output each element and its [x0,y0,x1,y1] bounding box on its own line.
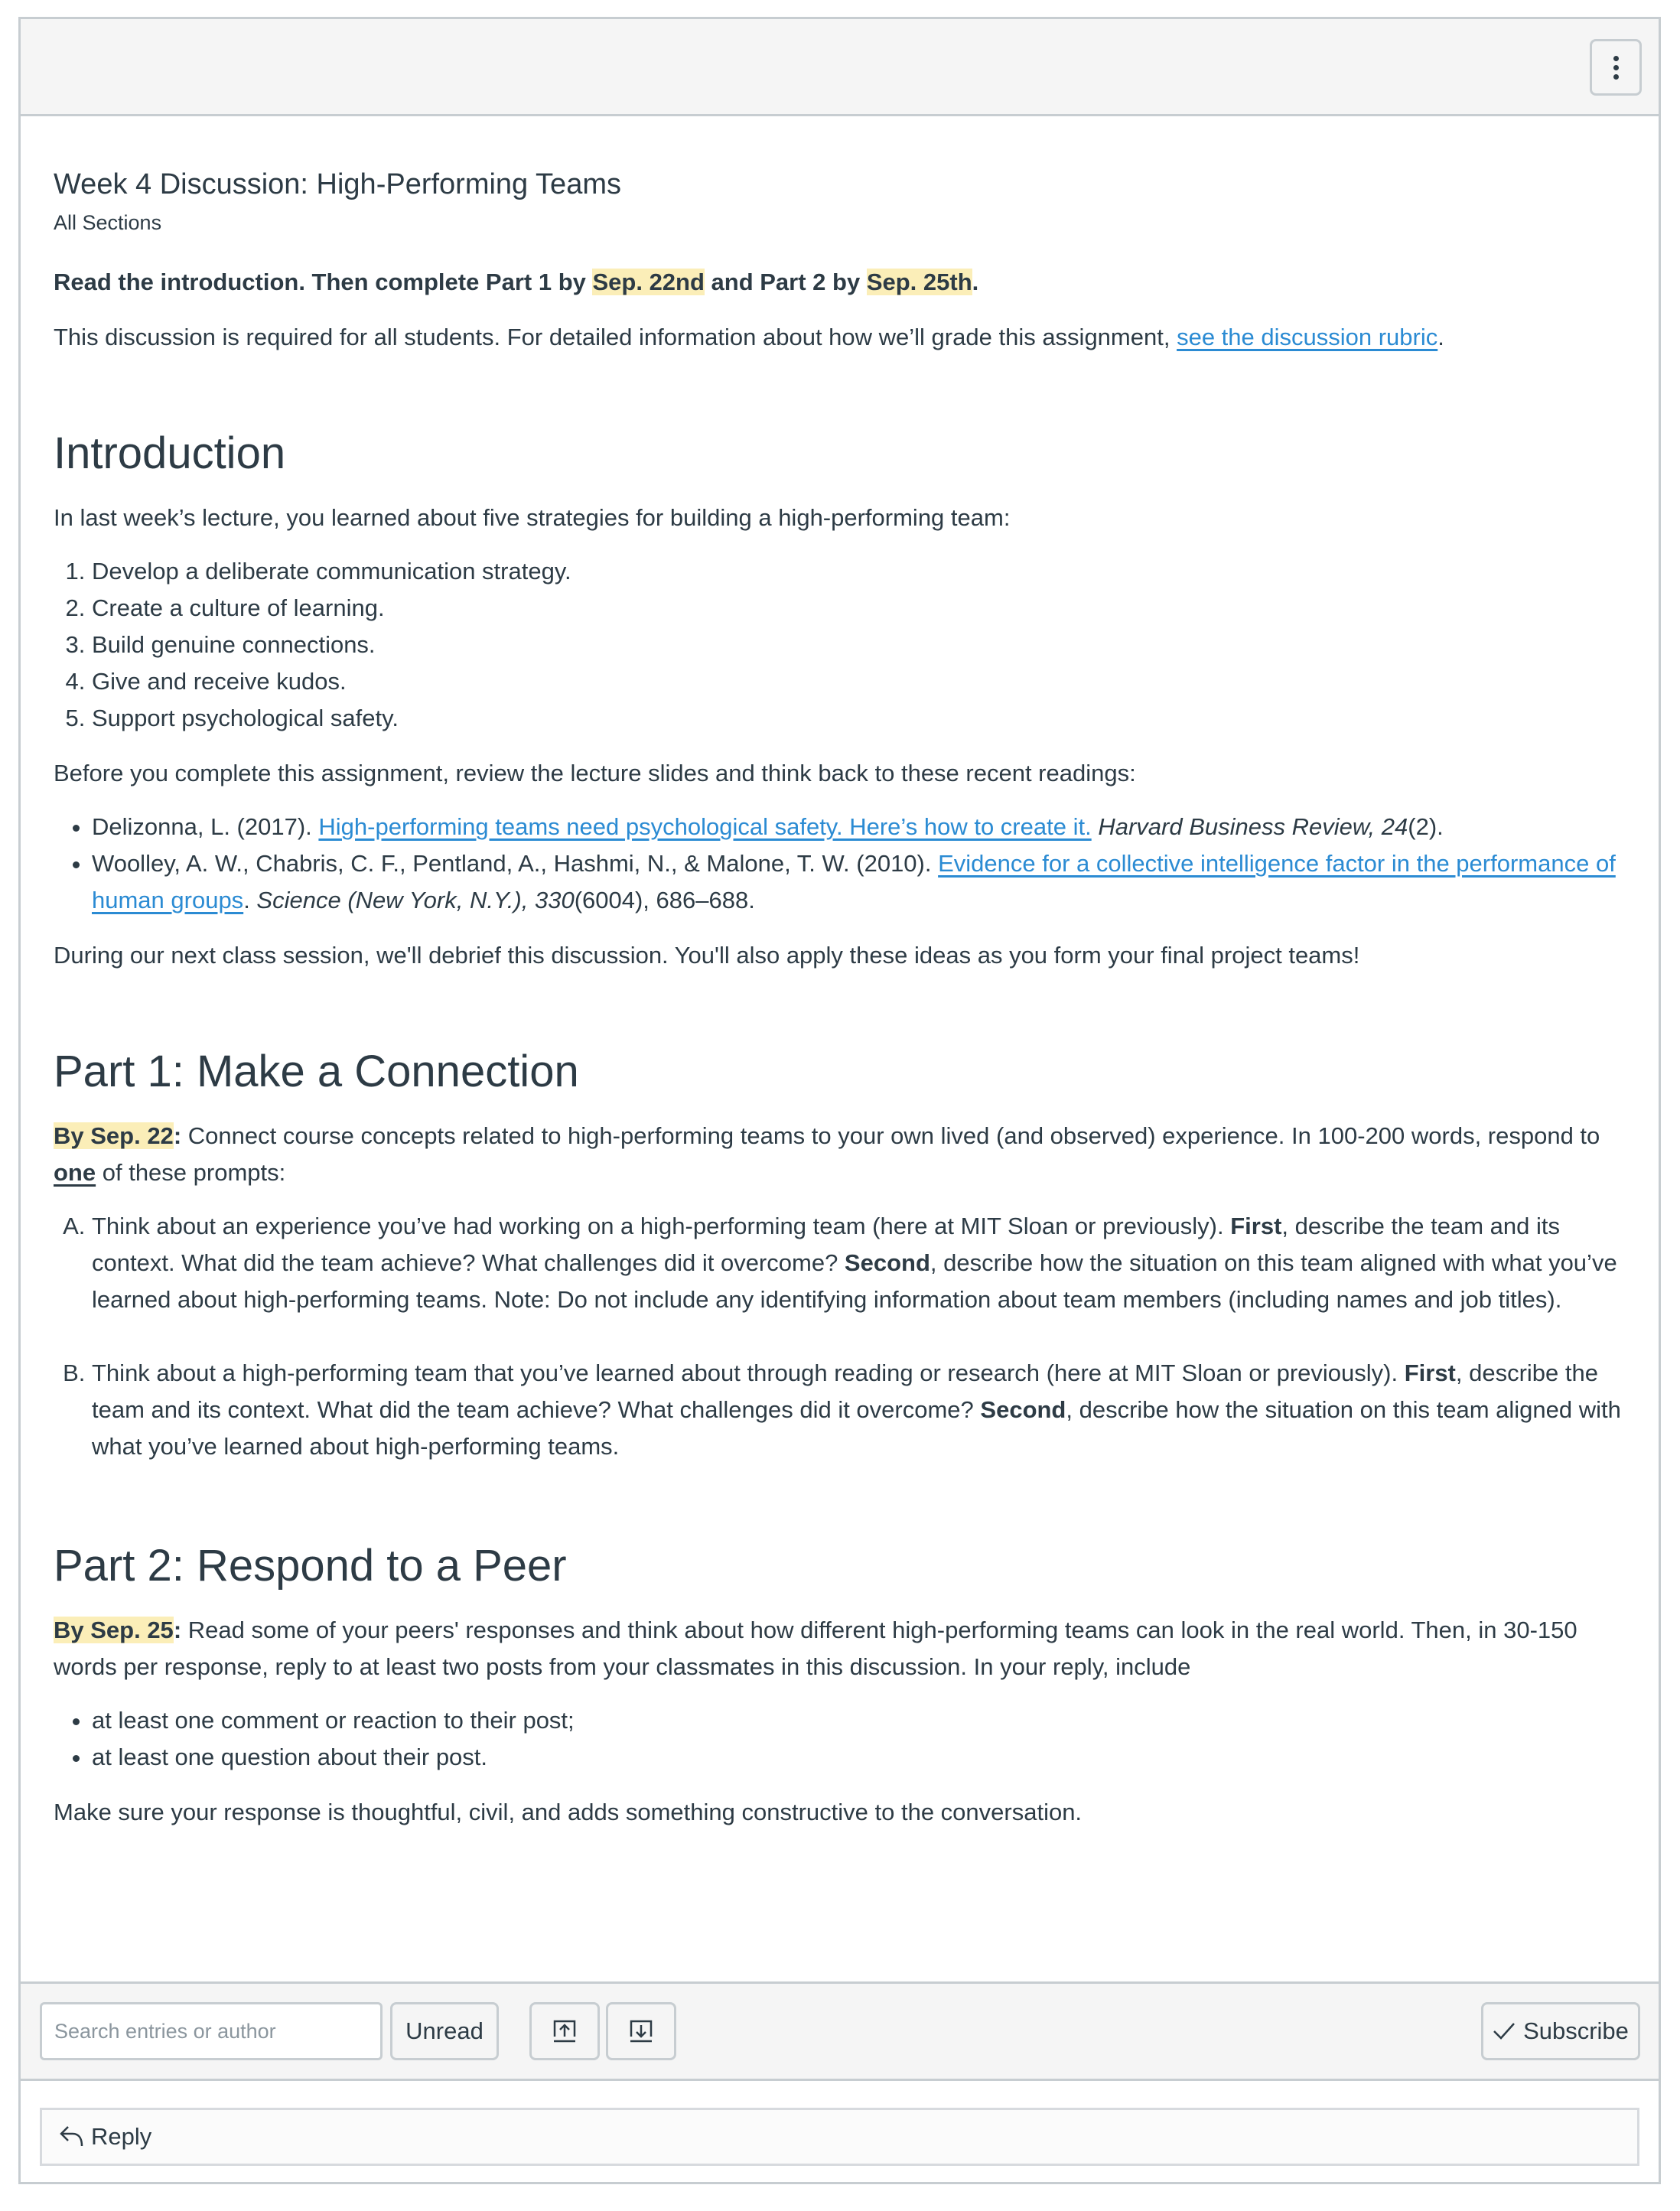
reading-issue: (6004), 686–688. [574,887,755,913]
more-options-button[interactable] [1590,39,1642,96]
reading-journal: Harvard Business Review, 24 [1098,813,1408,840]
strategy-item: Create a culture of learning. [92,590,1637,627]
reply-label: Reply [91,2123,152,2150]
discussion-header-bar [21,19,1659,116]
expand-threads-button[interactable] [529,2002,600,2060]
requirement-item: at least one question about their post. [92,1739,1637,1776]
readings-intro: Before you complete this assignment, rev… [54,760,1136,786]
due-date-highlight-part1: Sep. 22nd [592,269,705,295]
lead-text: and Part 2 by [704,269,867,295]
strategy-item: Support psychological safety. [92,700,1637,737]
part1-due-highlight: By Sep. 22 [54,1122,174,1149]
strategy-item: Give and receive kudos. [92,663,1637,700]
reading-authors: Delizonna, L. (2017). [92,813,319,840]
reply-button[interactable]: Reply [40,2108,1639,2166]
reading-item: Woolley, A. W., Chabris, C. F., Pentland… [92,845,1637,919]
part1-instructions: By Sep. 22: Connect course concepts rela… [54,1118,1637,1191]
required-text: This discussion is required for all stud… [54,324,1177,350]
strategy-item: Develop a deliberate communication strat… [92,553,1637,590]
discussion-container: Week 4 Discussion: High-Performing Teams… [18,17,1661,2184]
reading-item: Delizonna, L. (2017). High-performing te… [92,809,1637,845]
prompt-item: Think about a high-performing team that … [92,1355,1637,1465]
part1-heading: Part 1: Make a Connection [54,1047,579,1096]
reading-journal: Science (New York, N.Y.), 330 [256,887,575,913]
prompt-first: First [1230,1213,1282,1239]
download-arrow-icon [630,2020,653,2043]
introduction-heading: Introduction [54,428,286,478]
prompt-second: Second [980,1396,1066,1423]
introduction-text: In last week’s lecture, you learned abou… [54,504,1011,531]
strategies-list: Develop a deliberate communication strat… [54,553,1637,737]
sections-label: All Sections [54,211,162,234]
kebab-dot [1613,73,1619,80]
part1-emphasis: one [54,1159,96,1186]
required-text: . [1437,324,1444,350]
part2-instructions: By Sep. 25: Read some of your peers' res… [54,1612,1637,1685]
prompt-item: Think about an experience you’ve had wor… [92,1208,1637,1318]
part2-closing: Make sure your response is thoughtful, c… [54,1799,1083,1825]
prompt-second: Second [844,1249,930,1276]
readings-list: Delizonna, L. (2017). High-performing te… [54,809,1637,919]
requirement-item: at least one comment or reaction to thei… [92,1702,1637,1739]
search-entries-input[interactable] [40,2002,383,2060]
discussion-body: Week 4 Discussion: High-Performing Teams… [54,149,1637,1831]
subscribe-label: Subscribe [1523,2017,1629,2044]
part2-requirements-list: at least one comment or reaction to thei… [54,1702,1637,1776]
prompt-text: Think about an experience you’ve had wor… [92,1213,1231,1239]
subscribe-button[interactable]: Subscribe [1481,2002,1640,2060]
prompt-text: Think about a high-performing team that … [92,1359,1405,1386]
discussion-toolbar: Unread Subscribe [21,1981,1659,2081]
part1-text: Connect course concepts related to high-… [181,1122,1600,1149]
reply-arrow-icon [60,2126,83,2147]
introduction-closing: During our next class session, we'll deb… [54,942,1360,969]
kebab-dot [1613,64,1619,70]
part2-due-highlight: By Sep. 25 [54,1617,174,1643]
instructions-lead: Read the introduction. Then complete Par… [54,264,1637,301]
strategy-item: Build genuine connections. [92,627,1637,663]
reading-sep: . [243,887,257,913]
part2-due-colon: : [173,1617,182,1643]
upload-arrow-icon [553,2020,576,2043]
discussion-title: Week 4 Discussion: High-Performing Teams [54,168,621,200]
unread-label: Unread [405,2017,483,2044]
rubric-link[interactable]: see the discussion rubric [1177,324,1437,350]
required-notice: This discussion is required for all stud… [54,319,1637,356]
reading-link[interactable]: High-performing teams need psychological… [318,813,1091,840]
checkmark-icon [1493,2023,1515,2040]
reading-authors: Woolley, A. W., Chabris, C. F., Pentland… [92,850,939,877]
part1-text: of these prompts: [96,1159,286,1186]
part2-heading: Part 2: Respond to a Peer [54,1541,567,1591]
kebab-vertical-icon [1613,55,1619,61]
prompt-first: First [1404,1359,1456,1386]
part1-due-colon: : [173,1122,182,1149]
due-date-highlight-part2: Sep. 25th [866,269,972,295]
collapse-threads-button[interactable] [606,2002,676,2060]
part1-prompts-list: Think about an experience you’ve had wor… [54,1208,1637,1465]
part2-text: Read some of your peers' responses and t… [54,1617,1577,1680]
reading-issue: (2). [1408,813,1444,840]
lead-text: . [972,269,979,295]
lead-text: Read the introduction. Then complete Par… [54,269,593,295]
unread-filter-button[interactable]: Unread [390,2002,499,2060]
